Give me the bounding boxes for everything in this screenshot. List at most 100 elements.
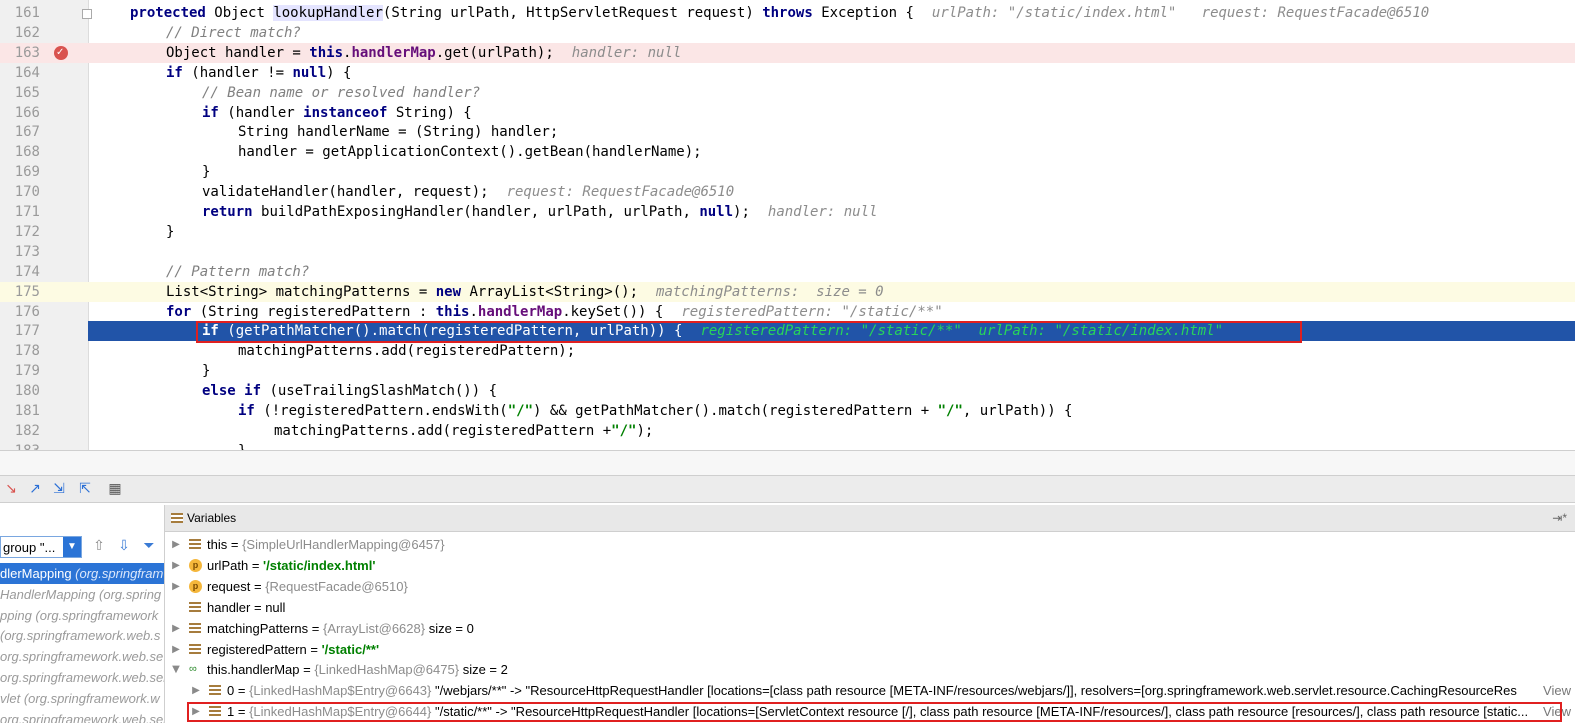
step-into-icon[interactable]: ↗ — [26, 480, 44, 498]
keyword-token: if — [238, 403, 264, 419]
variable-row[interactable]: handler = null — [165, 597, 1575, 618]
comment-token: // Pattern match? — [166, 263, 310, 280]
variable-equals: = — [308, 620, 323, 636]
code-line[interactable]: 171 return buildPathExposingHandler(handl… — [0, 202, 1575, 222]
code-line[interactable]: 169} — [0, 162, 1575, 182]
frame-item[interactable]: org.springframework.web.se — [0, 646, 164, 667]
code-line[interactable]: 180 else if (useTrailingSlashMatch()) { — [0, 381, 1575, 401]
expand-icon[interactable]: ▶ — [191, 701, 201, 722]
filter-icon[interactable]: ⏷ — [140, 537, 158, 555]
line-number: 179 — [14, 363, 40, 380]
variable-row[interactable]: ▶ 0 = {LinkedHashMap$Entry@6643} "/webjar… — [165, 680, 1575, 701]
variable-row[interactable]: ▶ 1 = {LinkedHashMap$Entry@6644} "/static… — [165, 701, 1575, 722]
fold-icon[interactable] — [82, 9, 92, 19]
code-text: String handlerName = (String) handler; — [238, 122, 558, 142]
variable-name: registeredPattern — [207, 641, 307, 657]
code-token: (getPathMatcher().match(registeredPatter… — [227, 323, 683, 340]
variable-icon — [189, 539, 201, 550]
collapse-icon[interactable]: ▼ — [171, 659, 181, 680]
variable-type: {LinkedHashMap$Entry@6644} — [249, 704, 432, 720]
view-link[interactable]: View — [1543, 701, 1571, 722]
variable-row[interactable]: ▶ registeredPattern = '/static/**' — [165, 639, 1575, 660]
line-number: 175 — [14, 283, 40, 300]
line-number: 177 — [0, 321, 40, 342]
frame-item[interactable]: vlet (org.springframework.w — [0, 688, 164, 709]
code-line[interactable]: 183} — [0, 441, 1575, 450]
frame-package: org.springframework.web.se — [0, 649, 164, 665]
variable-text: this = {SimpleUrlHandlerMapping@6457} — [207, 534, 445, 555]
code-line[interactable]: 165 // Bean name or resolved handler? — [0, 83, 1575, 103]
variable-row[interactable]: ▶ p urlPath = '/static/index.html' — [165, 555, 1575, 576]
code-line[interactable]: 164 if (handler != null) { — [0, 63, 1575, 83]
code-line[interactable]: 163 Object handler = this.handlerMap.get(… — [0, 42, 1575, 63]
code-token: Exception { — [821, 5, 914, 21]
code-line[interactable]: 175 List<String> matchingPatterns = new A… — [0, 281, 1575, 302]
code-line[interactable]: 176 for (String registeredPattern : this.… — [0, 302, 1575, 322]
variable-row[interactable]: ▼ ∞ this.handlerMap = {LinkedHashMap@6475}… — [165, 659, 1575, 680]
variable-name: urlPath — [207, 557, 249, 573]
frame-item[interactable]: HandlerMapping (org.spring — [0, 584, 164, 605]
frame-item[interactable]: org.springframework.web.ser — [0, 667, 164, 688]
code-line[interactable]: 167 String handlerName = (String) handler… — [0, 122, 1575, 142]
pin-icon[interactable]: ⇥* — [1552, 505, 1567, 531]
code-line[interactable]: 182 matchingPatterns.add(registeredPatter… — [0, 421, 1575, 441]
variable-type: {SimpleUrlHandlerMapping@6457} — [242, 537, 445, 552]
frame-item[interactable]: pping (org.springframework — [0, 605, 164, 626]
variable-value: "/static/**" -> "ResourceHttpRequestHand… — [431, 704, 1529, 720]
keyword-token: if — [166, 64, 192, 81]
expand-icon[interactable]: ▶ — [171, 534, 181, 555]
expand-icon[interactable]: ▶ — [171, 555, 181, 576]
evaluate-expression-icon[interactable]: ▦ — [106, 480, 124, 498]
variable-row[interactable]: ▶ p request = {RequestFacade@6510} — [165, 576, 1575, 597]
step-out-icon[interactable]: ⇱ — [76, 480, 94, 498]
breakpoint-icon[interactable] — [54, 43, 68, 63]
expand-icon[interactable]: ▶ — [191, 680, 201, 701]
frame-item[interactable]: org.springframework.web.ser — [0, 709, 164, 723]
keyword-token: if — [202, 323, 228, 340]
code-line[interactable]: 178 matchingPatterns.add(registeredPatter… — [0, 341, 1575, 361]
frame-item[interactable]: dlerMapping (org.springfram — [0, 563, 164, 584]
arrow-down-icon[interactable]: ⇩ — [115, 537, 133, 555]
variable-equals: = — [306, 641, 322, 657]
code-editor[interactable]: 161 protected Object lookupHandler(String… — [0, 0, 1575, 450]
frame-method: HandlerMapping — [0, 586, 96, 602]
code-token: ArrayList<String>(); — [469, 283, 639, 300]
code-line[interactable]: 173 — [0, 242, 1575, 262]
variable-icon — [189, 601, 201, 613]
thread-select[interactable]: group "... ▼ — [0, 536, 82, 558]
line-number: 161 — [14, 5, 40, 21]
code-line[interactable]: 179} — [0, 361, 1575, 381]
keyword-token: null — [699, 204, 734, 220]
string-token: "/" — [611, 422, 637, 439]
arrow-up-icon[interactable]: ⇧ — [90, 537, 108, 555]
code-token: List<String> matchingPatterns = — [166, 283, 436, 300]
variable-row[interactable]: ▶ matchingPatterns = {ArrayList@6628} siz… — [165, 618, 1575, 639]
variable-icon — [209, 706, 221, 718]
code-line[interactable]: 161 protected Object lookupHandler(String… — [0, 3, 1575, 23]
variables-title: Variables — [187, 511, 237, 525]
line-number: 183 — [0, 441, 40, 450]
code-line[interactable]: 177 if (getPathMatcher().match(registered… — [0, 321, 1575, 342]
frame-package: org.springframework.web.ser — [0, 670, 164, 685]
line-number: 176 — [14, 303, 40, 320]
frame-item[interactable]: (org.springframework.web.s — [0, 625, 164, 646]
code-line[interactable]: 181 if (!registeredPattern.endsWith("/") … — [0, 401, 1575, 421]
code-line[interactable]: 168 handler = getApplicationContext().get… — [0, 142, 1575, 162]
force-step-into-icon[interactable]: ⇲ — [50, 480, 68, 498]
chevron-down-icon[interactable]: ▼ — [63, 537, 81, 557]
expand-icon[interactable]: ▶ — [171, 618, 181, 639]
code-line[interactable]: 170 validateHandler(handler, request); req… — [0, 182, 1575, 202]
variables-panel: Variables ⇥* ▶ this = {SimpleUrlHandlerMa… — [165, 505, 1575, 723]
code-token: ); — [733, 204, 750, 220]
view-link[interactable]: View — [1543, 680, 1571, 701]
code-line[interactable]: 166 if (handler instanceof String) { — [0, 103, 1575, 123]
panel-splitter[interactable] — [0, 450, 1575, 476]
code-line[interactable]: 162 // Direct match? — [0, 23, 1575, 43]
step-over-icon[interactable]: ↘ — [2, 480, 20, 498]
code-text: List<String> matchingPatterns = new Arra… — [166, 282, 884, 302]
code-line[interactable]: 172} — [0, 222, 1575, 242]
expand-icon[interactable]: ▶ — [171, 639, 181, 660]
expand-icon[interactable]: ▶ — [171, 576, 181, 597]
code-line[interactable]: 174 // Pattern match? — [0, 262, 1575, 282]
variable-row[interactable]: ▶ this = {SimpleUrlHandlerMapping@6457} — [165, 534, 1575, 555]
